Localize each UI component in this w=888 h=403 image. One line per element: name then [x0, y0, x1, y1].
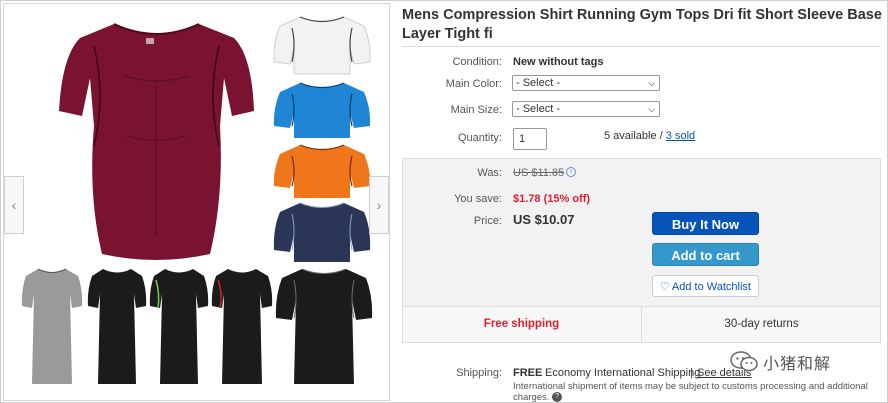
buy-it-now-button[interactable]: Buy It Now	[652, 212, 759, 235]
title-divider	[402, 46, 880, 47]
free-shipping-badge: Free shipping	[483, 318, 560, 330]
condition-value: New without tags	[513, 56, 604, 68]
add-to-watchlist-button[interactable]: ♡ Add to Watchlist	[652, 275, 759, 297]
color-select-value: - Select -	[516, 77, 561, 89]
was-price: US $11.85	[513, 167, 565, 179]
watchlist-label: Add to Watchlist	[671, 281, 751, 293]
thumb-gray-shirt[interactable]	[20, 266, 84, 388]
current-price: US $10.07	[513, 212, 575, 227]
thumb-orange-shirt[interactable]	[272, 142, 372, 200]
chevron-down-icon: ⌵	[648, 78, 655, 88]
watermark-text: 小猪和解	[763, 356, 832, 373]
save-amount: $1.78 (15% off)	[513, 193, 591, 205]
thumb-navy-shirt[interactable]	[272, 200, 372, 264]
heart-icon: ♡	[660, 281, 670, 293]
help-icon[interactable]: ?	[552, 392, 563, 403]
shipping-note-text: International shipment of items may be s…	[513, 381, 868, 403]
watermark: 小猪和解	[730, 350, 831, 374]
shipping-label: Shipping:	[456, 367, 502, 379]
condition-label: Condition:	[452, 56, 502, 68]
thumb-blue-shirt[interactable]	[272, 80, 372, 140]
thumb-white-shirt[interactable]	[272, 14, 372, 76]
thumb-black-green-shirt[interactable]	[148, 266, 210, 388]
quantity-label: Quantity:	[457, 132, 502, 144]
quantity-value: 1	[519, 133, 526, 145]
shipping-note: International shipment of items may be s…	[513, 381, 873, 403]
product-title: Mens Compression Shirt Running Gym Tops …	[402, 7, 882, 42]
main-product-image[interactable]	[54, 16, 259, 266]
color-label: Main Color:	[445, 78, 502, 90]
shipping-separator: |	[690, 367, 693, 379]
save-label: You save:	[454, 193, 502, 205]
size-label: Main Size:	[450, 104, 502, 116]
info-icon[interactable]: i	[566, 167, 576, 177]
wechat-logo-icon	[730, 351, 758, 372]
was-label: Was:	[477, 167, 502, 179]
size-select-value: - Select -	[516, 103, 561, 115]
color-select[interactable]: - Select - ⌵	[512, 75, 660, 91]
size-select[interactable]: - Select - ⌵	[512, 101, 660, 117]
available-count: 5 available /	[604, 130, 663, 142]
image-gallery: ‹ ›	[3, 3, 390, 401]
sold-link[interactable]: 3 sold	[666, 130, 695, 142]
quantity-input[interactable]: 1	[513, 128, 547, 150]
thumb-black-red-shirt[interactable]	[210, 266, 274, 388]
shipping-method: Economy International Shipping	[545, 367, 701, 379]
gallery-prev-button[interactable]: ‹	[4, 176, 24, 234]
chevron-right-icon: ›	[376, 197, 382, 213]
thumb-black-shirt[interactable]	[86, 266, 148, 388]
availability: 5 available / 3 sold	[604, 130, 695, 142]
add-to-cart-button[interactable]: Add to cart	[652, 243, 759, 266]
chevron-left-icon: ‹	[11, 197, 17, 213]
price-label: Price:	[473, 215, 502, 227]
shipping-cost: FREE	[513, 367, 543, 379]
chevron-down-icon: ⌵	[648, 104, 655, 114]
gallery-next-button[interactable]: ›	[369, 176, 389, 234]
returns-badge: 30-day returns	[724, 318, 799, 330]
thumb-black-gray-shirt[interactable]	[274, 266, 374, 388]
